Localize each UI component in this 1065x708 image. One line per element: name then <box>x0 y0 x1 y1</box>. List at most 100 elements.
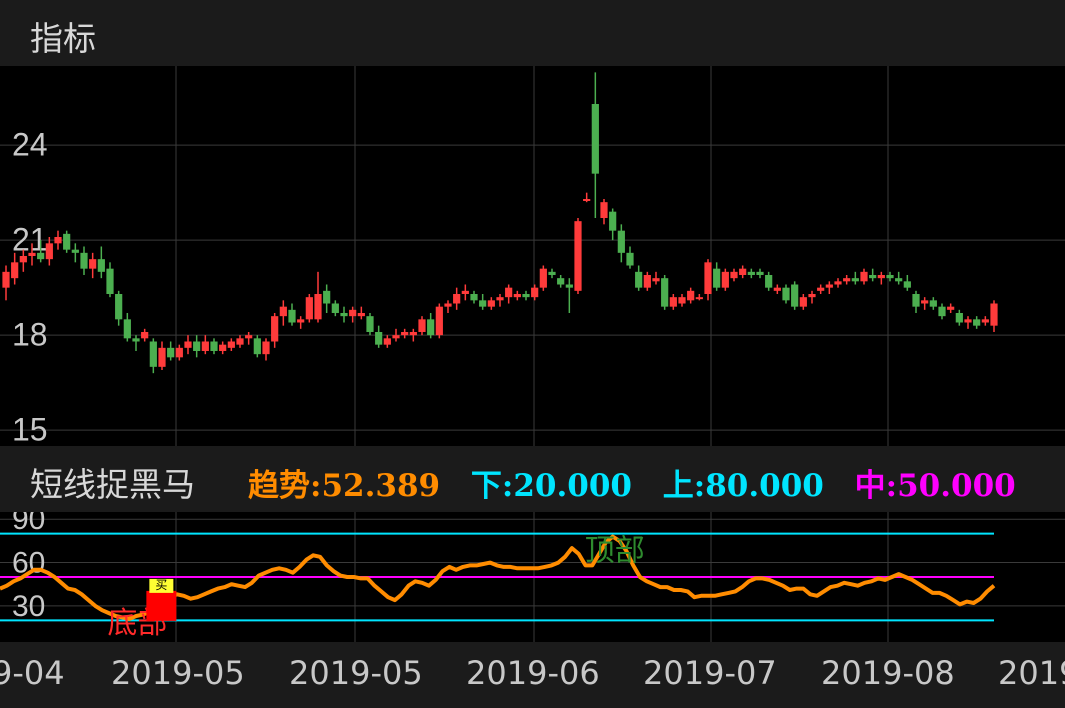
candle-body <box>557 278 565 285</box>
candle-body <box>947 306 955 310</box>
candle-body <box>349 309 357 317</box>
buy-signal-box <box>146 590 177 621</box>
x-tick-label: 2019-08 <box>821 654 955 692</box>
candle-body <box>522 294 530 298</box>
candle-body <box>314 294 322 320</box>
indicator-y-tick-label: 30 <box>12 590 45 623</box>
candle-body <box>253 338 261 355</box>
candle-body <box>288 309 296 323</box>
candle-body <box>63 233 71 250</box>
candle-body <box>704 262 712 294</box>
candle-body <box>747 271 755 275</box>
candle-body <box>19 256 27 263</box>
candle-body <box>661 278 669 307</box>
candle-body <box>921 300 929 304</box>
candle-body <box>141 332 149 339</box>
x-tick-label: 2019-06 <box>466 654 600 692</box>
x-tick-label: 2019-07 <box>643 654 777 692</box>
indicator-y-tick-label: 90 <box>12 512 45 536</box>
lower-value: 下:20.000 <box>470 468 632 504</box>
candle-body <box>695 297 703 300</box>
x-tick-label: 9-04 <box>0 654 65 692</box>
candle-body <box>791 284 799 307</box>
candle-body <box>149 341 157 367</box>
candle-body <box>825 284 833 288</box>
candle-body <box>80 252 88 269</box>
candle-body <box>617 230 625 253</box>
candle-body <box>2 271 10 288</box>
trend-value: 趋势:52.389 <box>248 468 441 504</box>
candle-body <box>895 278 903 282</box>
candle-body <box>236 338 244 345</box>
candle-body <box>54 237 62 244</box>
candle-body <box>635 271 643 288</box>
candle-body <box>548 271 556 275</box>
candle-body <box>973 319 981 326</box>
candle-body <box>262 341 270 355</box>
candle-body <box>279 306 287 317</box>
candle-body <box>383 338 391 345</box>
x-tick-label: 2019-05 <box>289 654 423 692</box>
candle-body <box>375 332 383 345</box>
candlestick-chart[interactable]: 24 21 18 15 <box>0 66 1065 446</box>
candle-body <box>45 243 53 260</box>
candle-body <box>71 249 79 253</box>
x-tick-label: 2019 <box>998 654 1065 692</box>
date-axis: 9-04 2019-05 2019-05 2019-06 2019-07 2019-08 2… <box>0 642 1065 708</box>
candle-body <box>843 278 851 282</box>
candle-body <box>739 268 747 275</box>
candle-body <box>626 252 634 266</box>
candle-body <box>531 287 539 298</box>
middle-value: 中:50.000 <box>854 468 1016 504</box>
candle-body <box>600 202 608 218</box>
candle-body <box>297 319 305 323</box>
candle-body <box>340 313 348 317</box>
candle-body <box>227 341 235 348</box>
candle-body <box>89 259 97 269</box>
candle-body <box>123 319 131 339</box>
y-tick-label: 21 <box>12 222 48 258</box>
candle-body <box>851 278 859 282</box>
candle-body <box>366 316 374 332</box>
candle-body <box>193 341 201 351</box>
indicator-name: 短线捉黑马 <box>30 465 195 504</box>
candle-body <box>539 268 547 288</box>
candle-body <box>955 313 963 323</box>
candle-body <box>106 268 114 294</box>
candle-body <box>964 319 972 323</box>
candle-body <box>11 262 19 279</box>
candle-body <box>678 297 686 304</box>
indicator-header-bar: 指标 <box>0 0 1065 66</box>
candle-body <box>687 290 695 301</box>
candle-body <box>401 332 409 336</box>
indicator-legend-bar: 短线捉黑马 趋势:52.389 下:20.000 上:80.000 中:50.0… <box>0 446 1065 512</box>
page-title: 指标 <box>30 19 96 58</box>
indicator-values: 趋势:52.389 下:20.000 上:80.000 中:50.000 <box>248 460 1036 505</box>
indicator-chart[interactable]: 906030顶部底部买 <box>0 512 1065 642</box>
buy-signal-label: 买 <box>155 578 167 592</box>
candle-body <box>175 347 183 358</box>
candle-body <box>990 303 998 326</box>
candle-body <box>357 313 365 317</box>
candle-body <box>782 287 790 301</box>
candle-body <box>505 287 513 298</box>
candle-body <box>565 284 573 288</box>
candle-body <box>669 297 677 307</box>
candle-body <box>271 316 279 342</box>
candle-body <box>808 294 816 298</box>
x-tick-label: 2019-05 <box>111 654 245 692</box>
candle-body <box>418 319 426 332</box>
candle-body <box>721 271 729 288</box>
candle-body <box>158 347 166 367</box>
candle-body <box>392 335 400 339</box>
candle-body <box>713 268 721 288</box>
candle-body <box>409 332 417 336</box>
candle-body <box>331 303 339 313</box>
candle-body <box>245 335 253 339</box>
candle-body <box>219 344 227 351</box>
candle-body <box>886 275 894 279</box>
candle-body <box>461 290 469 294</box>
candle-body <box>444 303 452 307</box>
candle-body <box>184 341 192 348</box>
candle-body <box>938 306 946 317</box>
